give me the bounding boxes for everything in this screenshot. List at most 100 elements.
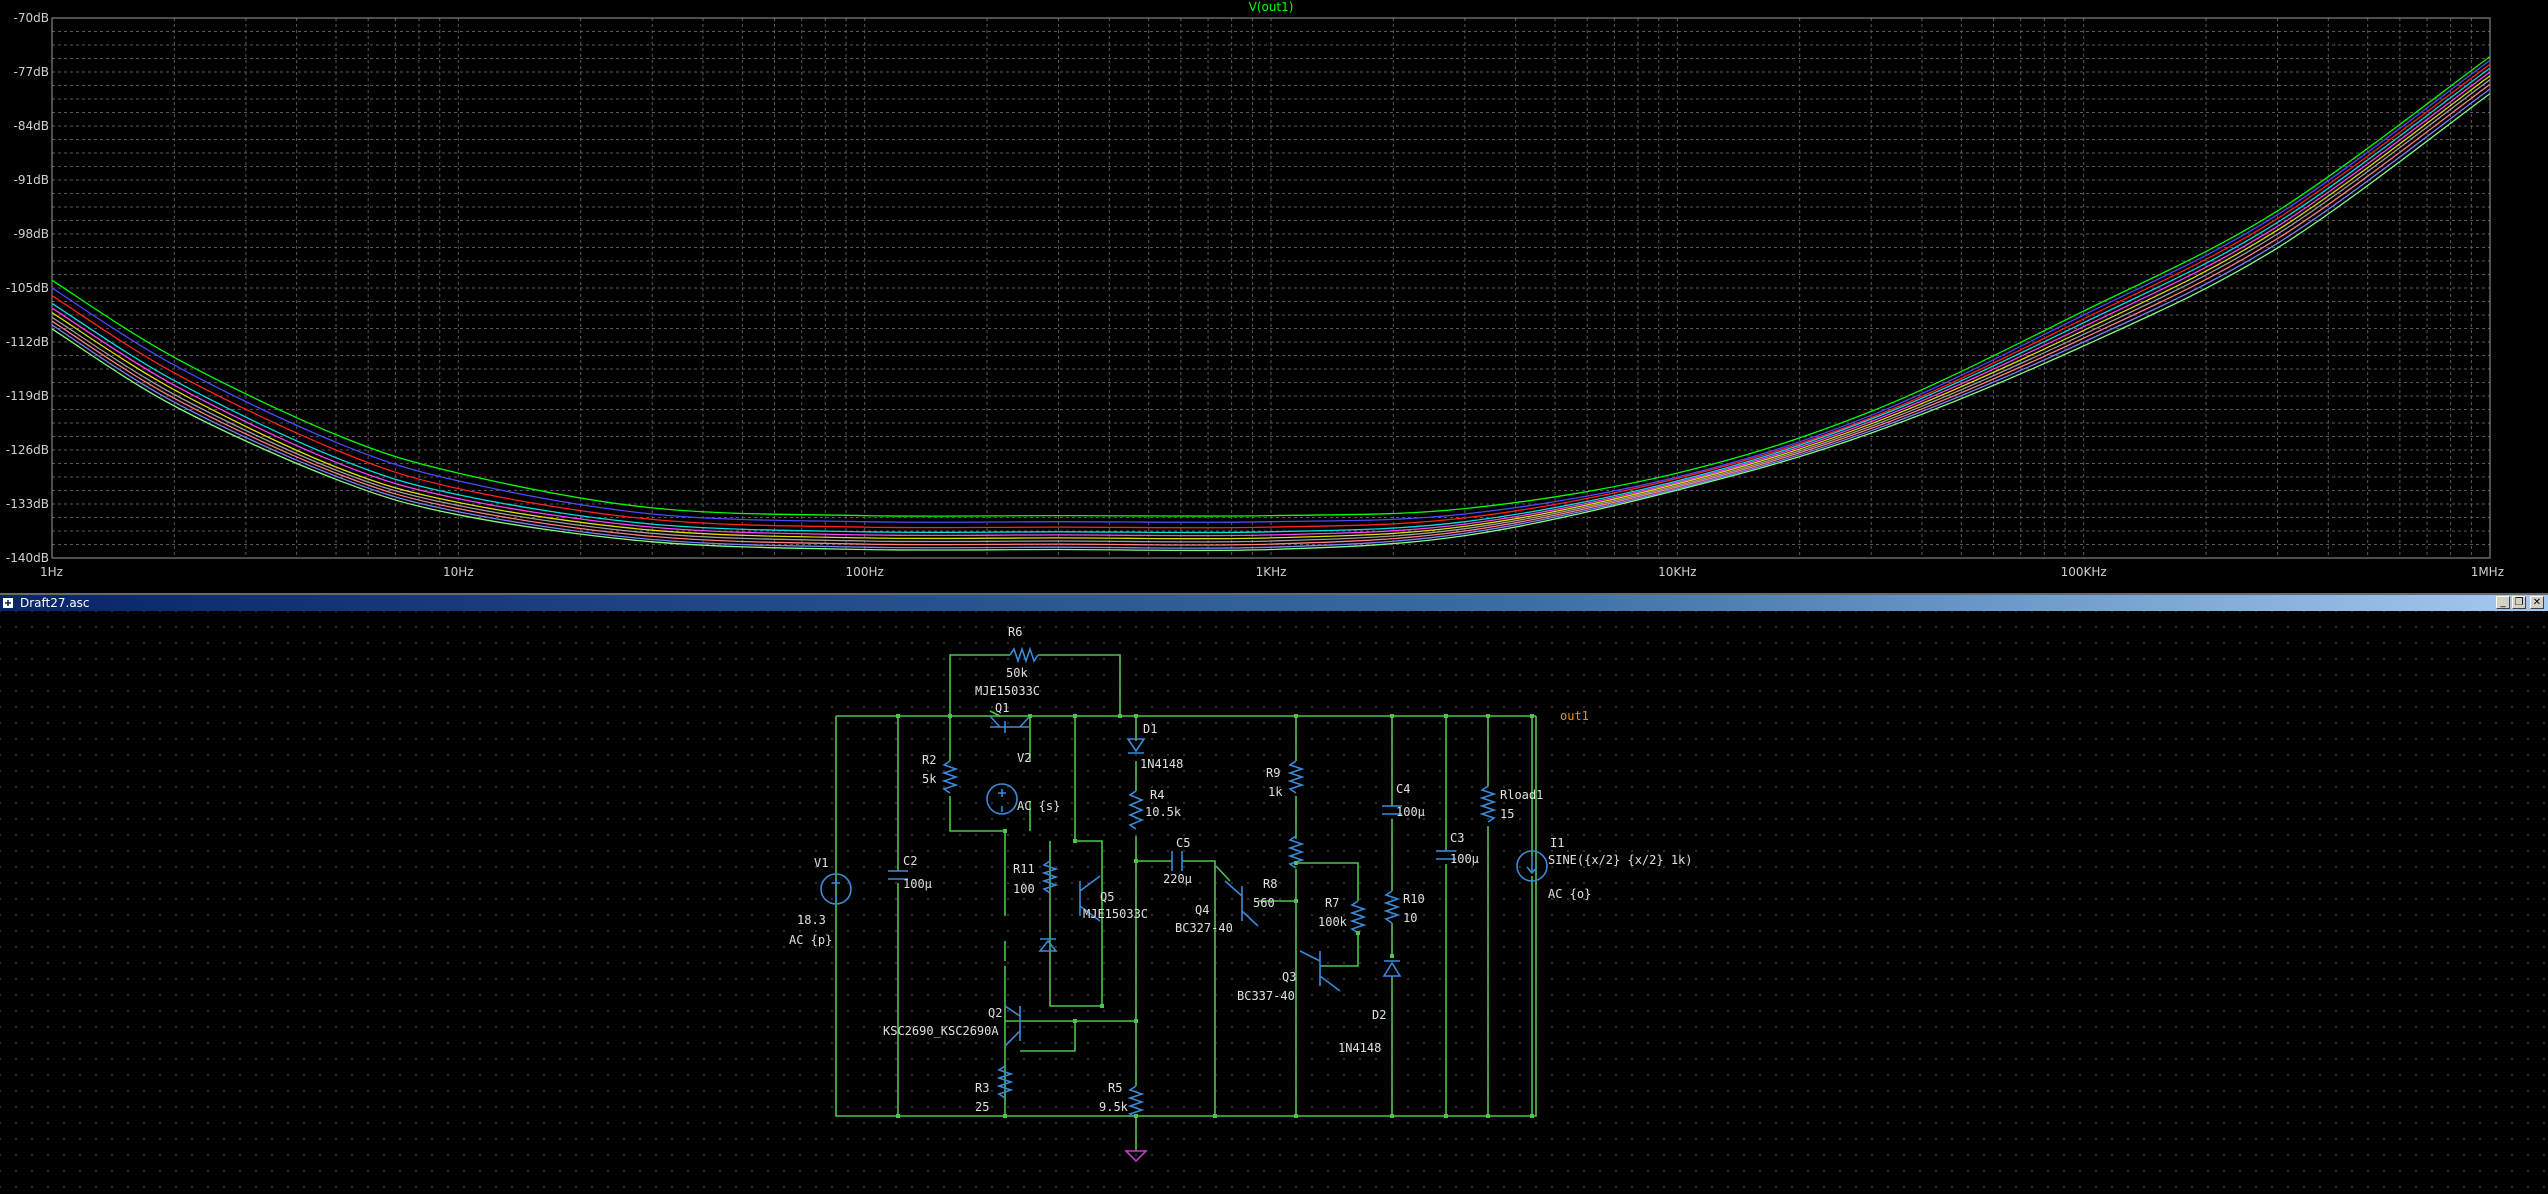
schematic-canvas[interactable]: R6 50k MJE15033C Q1 D1 1N4148 out1 R2 5k… xyxy=(0,611,2548,1194)
junction-dot xyxy=(1134,1019,1138,1023)
label-c2-name: C2 xyxy=(903,854,917,868)
label-c3-name: C3 xyxy=(1450,831,1464,845)
junction-dot xyxy=(948,714,952,718)
label-r9-value: 1k xyxy=(1268,785,1283,799)
y-tick-label: -70dB xyxy=(14,11,49,25)
y-tick-label: -126dB xyxy=(6,443,49,457)
label-rload1-value: 15 xyxy=(1500,807,1514,821)
transistor-q3 xyxy=(1299,950,1341,992)
label-r10-value: 10 xyxy=(1403,911,1417,925)
label-r5-value: 9.5k xyxy=(1099,1100,1129,1114)
junction-dot xyxy=(896,714,900,718)
x-tick-label: 100Hz xyxy=(846,565,884,579)
resistor-r6 xyxy=(1009,646,1039,664)
waveform-plot-pane[interactable]: V(out1) -70dB -77dB -84dB -91dB -98dB -105dB -… xyxy=(0,0,2548,593)
trace-title[interactable]: V(out1) xyxy=(1249,0,1294,14)
window-titlebar[interactable]: Draft27.asc _ ❐ ✕ xyxy=(0,595,2548,611)
y-tick-label: -91dB xyxy=(14,173,49,187)
junction-dot xyxy=(1294,714,1298,718)
junction-dot xyxy=(1486,1114,1490,1118)
y-tick-label: -84dB xyxy=(14,119,49,133)
label-r3-name: R3 xyxy=(975,1081,989,1095)
x-tick-label: 100KHz xyxy=(2061,565,2107,579)
y-tick-label: -133dB xyxy=(6,497,49,511)
junction-dot xyxy=(1294,1114,1298,1118)
junction-dot xyxy=(1294,899,1298,903)
junction-dot xyxy=(1134,859,1138,863)
junction-dot xyxy=(1073,1019,1077,1023)
label-v2-ac: AC {s} xyxy=(1017,799,1060,813)
minimize-button[interactable]: _ xyxy=(2496,596,2510,609)
diode-protect xyxy=(1038,938,1058,952)
label-i1-name: I1 xyxy=(1550,836,1564,850)
junction-dot xyxy=(1118,714,1122,718)
label-q4-name: Q4 xyxy=(1195,903,1209,917)
label-c4-value: 100µ xyxy=(1396,805,1425,819)
label-v1-ac: AC {p} xyxy=(789,933,832,947)
label-c3-value: 100µ xyxy=(1450,852,1479,866)
restore-button[interactable]: ❐ xyxy=(2512,596,2526,609)
x-tick-label: 1Hz xyxy=(40,565,63,579)
label-r2-value: 5k xyxy=(922,772,937,786)
junction-dot xyxy=(1444,1114,1448,1118)
transistor-q2 xyxy=(1004,1005,1021,1047)
net-label-out1: out1 xyxy=(1560,709,1589,723)
label-r6-name: R6 xyxy=(1008,625,1022,639)
label-q4-model: BC327-40 xyxy=(1175,921,1233,935)
label-r3-value: 25 xyxy=(975,1100,989,1114)
component-labels: R6 50k MJE15033C Q1 D1 1N4148 out1 R2 5k… xyxy=(789,625,1693,1114)
schematic-drawing[interactable]: R6 50k MJE15033C Q1 D1 1N4148 out1 R2 5k… xyxy=(0,611,2548,1194)
label-q3-model: BC337-40 xyxy=(1237,989,1295,1003)
junction-dot xyxy=(1530,1114,1534,1118)
label-r7-value: 100k xyxy=(1318,915,1348,929)
resistor-r4 xyxy=(1127,790,1145,830)
x-tick-label: 10KHz xyxy=(1658,565,1696,579)
junction-dot xyxy=(1294,861,1298,865)
label-q3-name: Q3 xyxy=(1282,970,1296,984)
close-button[interactable]: ✕ xyxy=(2530,596,2544,609)
diode-d2 xyxy=(1382,960,1402,977)
plot-grid xyxy=(51,17,2490,559)
junction-dot xyxy=(1213,1114,1217,1118)
label-i1-ac: AC {o} xyxy=(1548,887,1591,901)
label-d2-model: 1N4148 xyxy=(1338,1041,1381,1055)
resistor-r5 xyxy=(1127,1085,1145,1119)
resistor-r2 xyxy=(941,760,959,794)
y-tick-label: -140dB xyxy=(6,551,49,565)
label-c4-name: C4 xyxy=(1396,782,1410,796)
capacitor-c5 xyxy=(1171,851,1183,871)
y-tick-label: -105dB xyxy=(6,281,49,295)
label-r11-value: 100 xyxy=(1013,882,1035,896)
junction-dot xyxy=(1390,714,1394,718)
resistor-rload1 xyxy=(1479,785,1497,823)
wires xyxy=(835,654,1537,1151)
waveform-plot[interactable]: V(out1) -70dB-77dB-84dB-91dB-98dB-105dB-… xyxy=(0,0,2548,593)
x-tick-label: 1MHz xyxy=(2471,565,2504,579)
label-r7-name: R7 xyxy=(1325,896,1339,910)
label-d2-name: D2 xyxy=(1372,1008,1386,1022)
ground-symbol xyxy=(1124,1150,1148,1163)
junction-dot xyxy=(896,1114,900,1118)
y-axis-ticks: -70dB -77dB -84dB -91dB -98dB -105dB -112dB -11… xyxy=(6,11,49,565)
junction-dot xyxy=(1073,714,1077,718)
label-d1-model: 1N4148 xyxy=(1140,757,1183,771)
junction-dot xyxy=(1134,1114,1138,1118)
junction-dot xyxy=(1390,954,1394,958)
label-q5-model: MJE15033C xyxy=(1083,907,1148,921)
resistor-r7 xyxy=(1349,900,1367,934)
label-v2-name: V2 xyxy=(1017,751,1031,765)
label-q1-model: MJE15033C xyxy=(975,684,1040,698)
label-r5-name: R5 xyxy=(1108,1081,1122,1095)
schematic-window[interactable]: Draft27.asc _ ❐ ✕ R6 50k MJE15033C Q1 D1… xyxy=(0,595,2548,1194)
label-c5-value: 220µ xyxy=(1163,872,1192,886)
junction-dot xyxy=(1003,829,1007,833)
junction-dot xyxy=(1530,714,1534,718)
label-r6-value: 50k xyxy=(1006,666,1028,680)
junction-dot xyxy=(1100,1004,1104,1008)
x-tick-label: 10Hz xyxy=(443,565,474,579)
label-i1-value: SINE({x/2} {x/2} 1k) xyxy=(1548,853,1693,867)
label-r4-value: 10.5k xyxy=(1145,805,1182,819)
x-axis-ticks: 1Hz 10Hz 100Hz 1KHz 10KHz 100KHz 1MHz xyxy=(40,565,2504,579)
label-r8-name: R8 xyxy=(1263,877,1277,891)
label-c5-name: C5 xyxy=(1176,836,1190,850)
